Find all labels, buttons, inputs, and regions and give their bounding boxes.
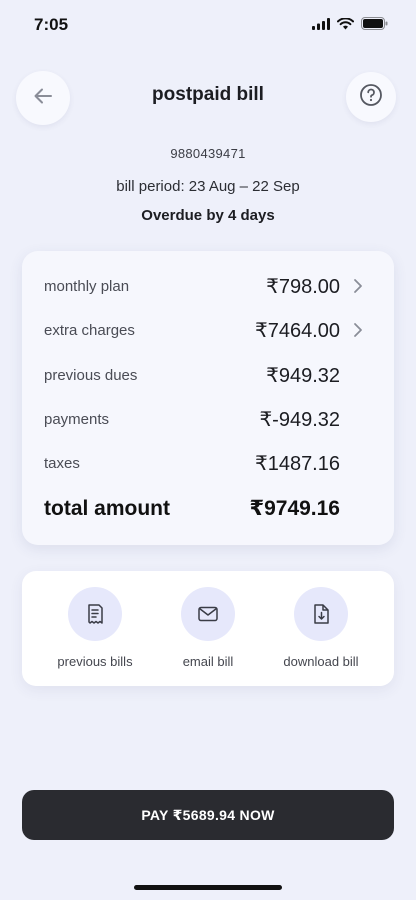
action-label: download bill: [283, 654, 359, 669]
signal-icon: [312, 17, 330, 35]
row-label: extra charges: [44, 322, 135, 339]
row-value: ₹7464.00: [254, 320, 340, 342]
summary-row-previous-dues: previous dues ₹949.32: [44, 361, 364, 391]
phone-number: 9880439471: [170, 146, 246, 161]
summary-row-taxes: taxes ₹1487.16: [44, 449, 364, 479]
status-time: 7:05: [34, 15, 69, 34]
chevron-right-icon: [352, 321, 364, 339]
summary-row-extra-charges[interactable]: extra charges ₹7464.00: [44, 316, 364, 346]
status-bar: 7:05: [0, 0, 416, 50]
wifi-icon: [337, 17, 354, 35]
email-bill-button[interactable]: email bill: [153, 587, 263, 669]
mail-icon: [181, 587, 235, 641]
bill-summary-card: monthly plan ₹798.00 extra charges ₹7464…: [22, 251, 394, 545]
overdue-notice: Overdue by 4 days: [141, 207, 275, 224]
total-value: ₹9749.16: [249, 497, 340, 520]
summary-row-payments: payments ₹-949.32: [44, 405, 364, 435]
bill-actions-card: previous bills email bill download bill: [22, 571, 394, 686]
row-label: taxes: [44, 455, 80, 472]
action-label: email bill: [182, 654, 234, 669]
help-button[interactable]: [346, 72, 396, 122]
download-bill-button[interactable]: download bill: [266, 587, 376, 669]
battery-icon: [361, 17, 388, 35]
pay-now-button[interactable]: PAY ₹5689.94 NOW: [22, 790, 394, 840]
chevron-right-icon: [352, 277, 364, 295]
row-label: monthly plan: [44, 278, 130, 295]
status-icons: [312, 17, 388, 35]
row-value: ₹-949.32: [259, 409, 340, 431]
row-value: ₹1487.16: [254, 453, 340, 475]
summary-row-monthly-plan[interactable]: monthly plan ₹798.00: [44, 272, 364, 302]
file-download-icon: [294, 587, 348, 641]
total-label: total amount: [44, 497, 170, 520]
previous-bills-button[interactable]: previous bills: [40, 587, 150, 669]
row-label: previous dues: [44, 367, 138, 384]
postpaid-bill-screen: 7:05 postpaid bill 9880439471 bill perio…: [0, 0, 416, 900]
row-label: payments: [44, 411, 110, 428]
row-value: ₹798.00: [266, 276, 340, 298]
row-value: ₹949.32: [266, 365, 340, 387]
help-circle-icon: [359, 83, 383, 112]
action-label: previous bills: [57, 654, 133, 669]
summary-row-total: total amount ₹9749.16: [44, 494, 364, 524]
receipt-icon: [68, 587, 122, 641]
bill-period: bill period: 23 Aug – 22 Sep: [116, 178, 300, 195]
home-indicator: [134, 885, 282, 890]
